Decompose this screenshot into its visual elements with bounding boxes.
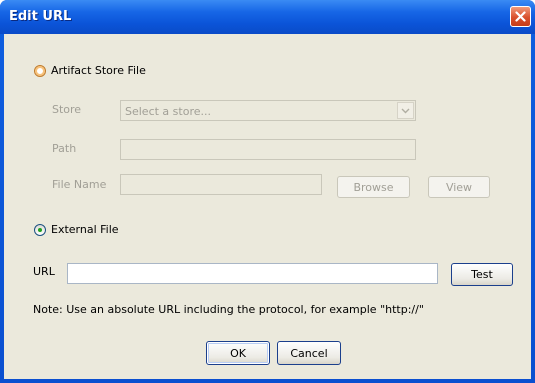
url-note: Note: Use an absolute URL including the … bbox=[33, 303, 424, 316]
chevron-down-icon bbox=[401, 108, 410, 113]
title-bar[interactable]: Edit URL bbox=[0, 0, 535, 34]
dialog-content: Artifact Store File Store Select a store… bbox=[4, 34, 531, 379]
artifact-store-file-label: Artifact Store File bbox=[51, 64, 146, 77]
external-file-option[interactable]: External File bbox=[34, 223, 119, 236]
url-label: URL bbox=[33, 265, 55, 278]
file-name-input[interactable] bbox=[120, 174, 322, 195]
cancel-button[interactable]: Cancel bbox=[277, 341, 341, 365]
close-icon bbox=[515, 11, 526, 22]
artifact-store-file-radio[interactable] bbox=[34, 64, 46, 77]
store-select[interactable]: Select a store... bbox=[120, 100, 416, 121]
file-name-label: File Name bbox=[52, 178, 107, 191]
artifact-store-file-option[interactable]: Artifact Store File bbox=[34, 64, 146, 77]
url-input[interactable] bbox=[67, 263, 438, 284]
store-select-placeholder: Select a store... bbox=[125, 105, 211, 118]
external-file-radio[interactable] bbox=[34, 223, 46, 236]
close-button[interactable] bbox=[510, 6, 531, 27]
path-label: Path bbox=[52, 142, 77, 155]
test-button[interactable]: Test bbox=[451, 263, 513, 286]
edit-url-dialog: Edit URL Artifact Store File Store Selec… bbox=[0, 0, 535, 383]
window-title: Edit URL bbox=[9, 9, 72, 24]
store-dropdown-button[interactable] bbox=[397, 102, 414, 119]
ok-button[interactable]: OK bbox=[206, 341, 270, 365]
path-input[interactable] bbox=[120, 139, 416, 160]
browse-button[interactable]: Browse bbox=[337, 176, 410, 198]
store-label: Store bbox=[52, 103, 82, 116]
view-button[interactable]: View bbox=[428, 176, 490, 198]
external-file-label: External File bbox=[51, 223, 119, 236]
